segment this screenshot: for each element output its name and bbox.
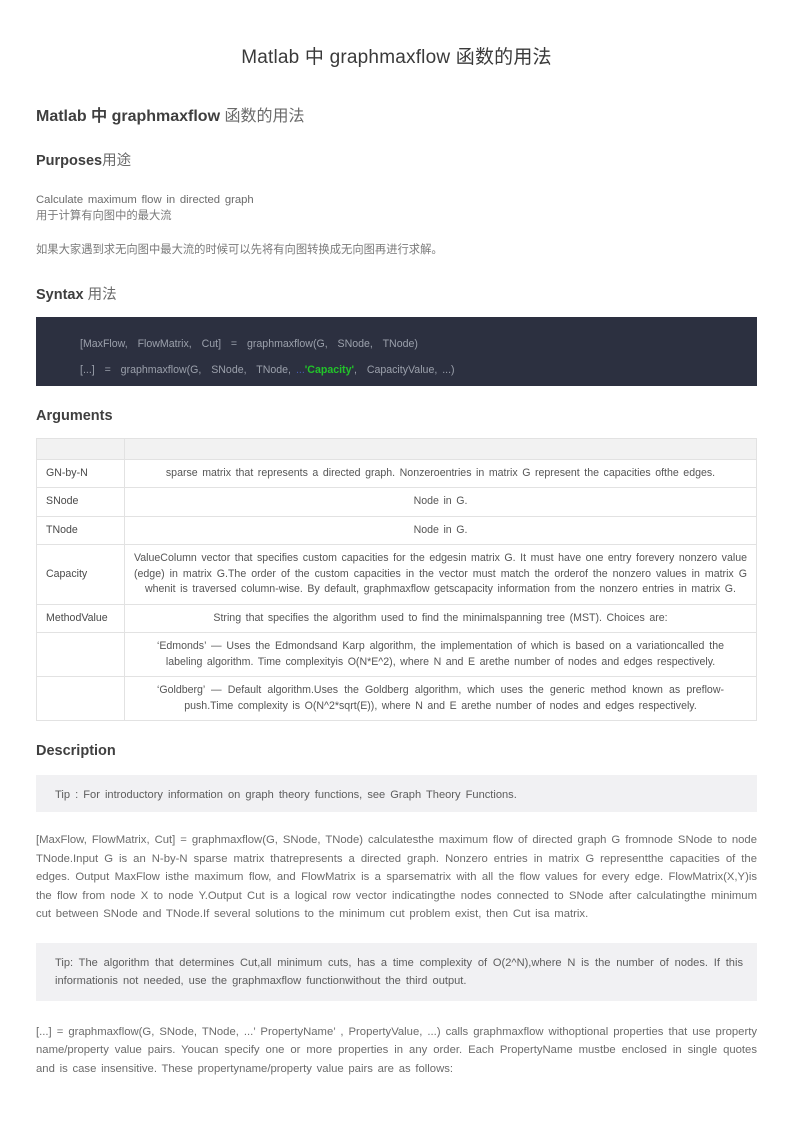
- code-line-string: 'Capacity': [304, 363, 354, 376]
- table-cell-desc: String that specifies the algorithm used…: [124, 603, 757, 633]
- purposes-note: 如果大家遇到求无向图中最大流的时候可以先将有向图转换成无向图再进行求解。: [36, 241, 757, 260]
- purposes-note-text: 如果大家遇到求无向图中最大流的时候可以先将有向图转换成无向图再进行求解。: [36, 244, 443, 256]
- table-cell-desc: ‘Goldberg’ — Default algorithm.Uses the …: [124, 676, 757, 721]
- table-cell-name: [36, 676, 125, 721]
- document-page: Matlab 中 graphmaxflow 函数的用法 Matlab 中 gra…: [0, 0, 793, 1122]
- heading-syntax: Syntax 用法: [36, 283, 757, 304]
- code-line: [MaxFlow, FlowMatrix, Cut] = graphmaxflo…: [36, 331, 757, 357]
- table-cell-name: SNode: [36, 487, 125, 517]
- heading-description: Description: [36, 743, 116, 759]
- table-cell-desc: ValueColumn vector that specifies custom…: [124, 544, 757, 605]
- tip-box-intro: Tip : For introductory information on gr…: [36, 775, 757, 812]
- code-line: [...] = graphmaxflow(G, SNode, TNode, ..…: [36, 357, 757, 383]
- table-row: ‘Edmonds’ — Uses the Edmondsand Karp alg…: [36, 632, 757, 677]
- heading-purposes: Purposes用途: [36, 149, 757, 170]
- heading-syntax-cn: 用法: [83, 286, 117, 303]
- description-paragraph-1: [MaxFlow, FlowMatrix, Cut] = graphmaxflo…: [36, 834, 757, 920]
- table-row: TNode Node in G.: [36, 515, 757, 545]
- code-line: [...] = graphmaxflow(G, SNode, TNode, ..…: [36, 383, 757, 386]
- code-line-dots: ...: [295, 363, 305, 376]
- section-heading-main: Matlab 中 graphmaxflow 函数的用法: [36, 102, 757, 126]
- purposes-line-en: Calculate maximum flow in directed graph: [36, 194, 254, 206]
- code-line-pre: [MaxFlow, FlowMatrix, Cut] = graphmaxflo…: [80, 337, 418, 350]
- purposes-line-cn: 用于计算有向图中的最大流: [36, 210, 172, 222]
- table-cell-name: Capacity: [36, 544, 125, 605]
- page-title: Matlab 中 graphmaxflow 函数的用法: [241, 47, 552, 68]
- heading-purposes-cn: 用途: [102, 153, 132, 169]
- table-cell-desc: sparse matrix that represents a directed…: [124, 458, 757, 488]
- heading-purposes-en: Purposes: [36, 153, 103, 169]
- arguments-table: GN-by-N sparse matrix that represents a …: [36, 437, 757, 721]
- heading-syntax-en: Syntax: [36, 286, 84, 303]
- table-cell-desc: Node in G.: [124, 487, 757, 517]
- table-header-cell-name: [36, 437, 125, 460]
- table-header-cell-desc: [124, 437, 757, 460]
- tip-box-complexity: Tip: The algorithm that determines Cut,a…: [36, 942, 757, 1001]
- description-paragraph-2: [...] = graphmaxflow(G, SNode, TNode, ..…: [36, 1025, 757, 1075]
- table-cell-name: GN-by-N: [36, 458, 125, 488]
- table-row: ‘Goldberg’ — Default algorithm.Uses the …: [36, 676, 757, 721]
- table-row: MethodValue String that specifies the al…: [36, 603, 757, 633]
- section-heading-main-cn: 函数的用法: [220, 108, 305, 125]
- section-heading-main-en: Matlab 中 graphmaxflow: [36, 108, 221, 125]
- table-row: GN-by-N sparse matrix that represents a …: [36, 458, 757, 488]
- syntax-code-block: [MaxFlow, FlowMatrix, Cut] = graphmaxflo…: [36, 316, 757, 386]
- code-line-pre: [...] = graphmaxflow(G, SNode, TNode,: [80, 363, 296, 376]
- table-header-row: [36, 437, 757, 460]
- heading-arguments: Arguments: [36, 407, 113, 424]
- table-row: Capacity ValueColumn vector that specifi…: [36, 544, 757, 605]
- table-row: SNode Node in G.: [36, 487, 757, 517]
- table-cell-name: TNode: [36, 515, 125, 545]
- table-cell-desc: ‘Edmonds’ — Uses the Edmondsand Karp alg…: [124, 632, 757, 677]
- table-cell-desc: Node in G.: [124, 515, 757, 545]
- purposes-body: Calculate maximum flow in directed graph…: [36, 192, 757, 224]
- table-cell-name: [36, 632, 125, 677]
- code-line-post: , CapacityValue, ...): [353, 363, 455, 376]
- table-cell-name: MethodValue: [36, 603, 125, 633]
